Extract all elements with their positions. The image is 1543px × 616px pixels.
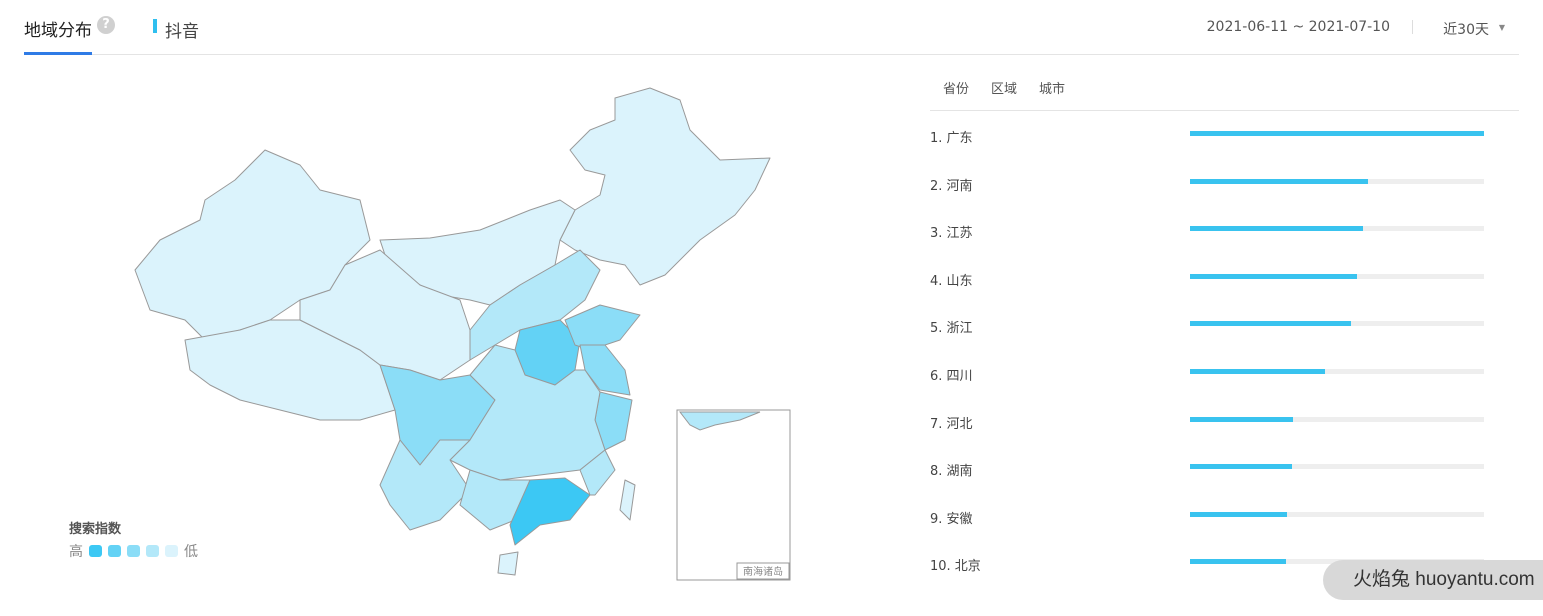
ranking-bar-track	[1190, 273, 1484, 279]
ranking-label: 3. 江苏	[930, 226, 973, 242]
ranking-label: 5. 浙江	[930, 321, 973, 337]
legend-swatch	[108, 545, 121, 557]
ranking-bar-track	[1190, 321, 1484, 327]
ranking-row: 3. 江苏	[930, 206, 1519, 254]
ranking-row: 9. 安徽	[930, 492, 1519, 540]
ranking-bar-track	[1190, 464, 1484, 470]
region-shandong	[564, 304, 641, 351]
ranking-row: 7. 河北	[930, 397, 1519, 445]
region-hainan	[497, 551, 519, 576]
ranking-bar-track	[1190, 416, 1484, 422]
ranking-label: 9. 安徽	[930, 511, 973, 527]
ranking-bar-track	[1190, 511, 1484, 517]
date-range[interactable]: 2021-06-11 ~ 2021-07-10	[1207, 19, 1390, 35]
ranking-panel: 省份 区域 城市 1. 广东 2. 河南 3. 江苏 4. 山东 5. 浙江 6. 四川 7…	[930, 70, 1519, 587]
ranking-row: 5. 浙江	[930, 301, 1519, 349]
ranking-bar-fill	[1190, 178, 1368, 184]
ranking-row: 1. 广东	[930, 111, 1519, 159]
ranking-label: 1. 广东	[930, 131, 973, 146]
ranking-label: 4. 山东	[930, 273, 973, 289]
ranking-bar-fill	[1190, 226, 1363, 232]
legend-swatch	[146, 545, 159, 557]
platform-label: 抖音	[153, 17, 199, 42]
ranking-row: 8. 湖南	[930, 444, 1519, 492]
map-legend: 搜索指数 高 低	[69, 518, 198, 561]
ranking-bar-track	[1190, 131, 1484, 136]
ranking-bar-fill	[1190, 368, 1325, 374]
ranking-label: 7. 河北	[930, 416, 973, 432]
ranking-bar-fill	[1190, 273, 1357, 279]
ranking-label: 6. 四川	[930, 368, 973, 384]
ranking-bar-fill	[1190, 321, 1352, 327]
ranking-row: 2. 河南	[930, 159, 1519, 207]
region-taiwan	[619, 479, 636, 521]
legend-title: 搜索指数	[69, 522, 122, 537]
ranking-label: 8. 湖南	[930, 464, 973, 480]
tab-region-distribution[interactable]: 地域分布	[24, 16, 92, 55]
legend-low: 低	[184, 544, 198, 560]
subtab-city[interactable]: 城市	[1039, 78, 1065, 110]
inset-label: 南海诸岛	[743, 565, 783, 578]
subtab-region[interactable]: 区域	[991, 78, 1017, 110]
ranking-label: 2. 河南	[930, 178, 973, 194]
ranking-label: 10. 北京	[930, 559, 981, 575]
ranking-row: 4. 山东	[930, 254, 1519, 302]
divider	[1412, 20, 1413, 34]
ranking-row: 6. 四川	[930, 349, 1519, 397]
legend-high: 高	[69, 544, 83, 560]
legend-swatch	[165, 545, 178, 557]
watermark: 火焰兔 huoyantu.com	[1323, 560, 1543, 600]
header: 地域分布 ? 抖音 2021-06-11 ~ 2021-07-10 近30天 ▼	[24, 0, 1519, 55]
ranking-bar-track	[1190, 226, 1484, 232]
legend-swatch	[89, 545, 102, 557]
period-select[interactable]: 近30天	[1443, 19, 1489, 39]
region-northeast	[559, 87, 771, 286]
ranking-bar-fill	[1190, 416, 1293, 422]
china-map[interactable]: 南海诸岛	[100, 80, 820, 590]
legend-swatch	[127, 545, 140, 557]
ranking-bar-track	[1190, 178, 1484, 184]
ranking-bar-fill	[1190, 131, 1484, 136]
chevron-down-icon[interactable]: ▼	[1499, 23, 1505, 32]
ranking-bar-fill	[1190, 559, 1287, 565]
subtab-province[interactable]: 省份	[943, 78, 969, 110]
ranking-bar-track	[1190, 368, 1484, 374]
south-china-sea-inset: 南海诸岛	[676, 409, 791, 581]
ranking-bar-fill	[1190, 511, 1288, 517]
help-icon[interactable]: ?	[97, 16, 115, 34]
ranking-bar-fill	[1190, 464, 1293, 470]
